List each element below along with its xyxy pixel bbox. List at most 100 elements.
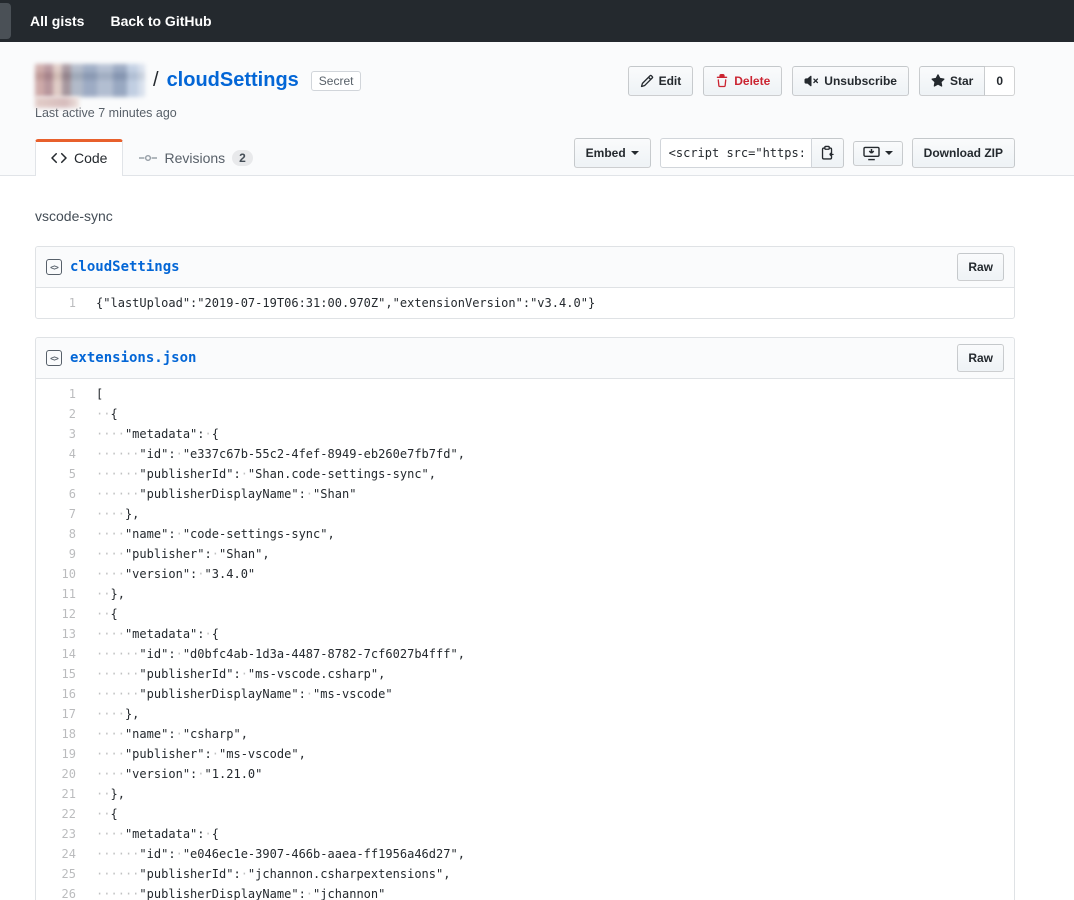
line-number[interactable]: 21 <box>36 784 86 804</box>
tab-band: Code Revisions 2 Embed <box>0 138 1074 176</box>
line-number[interactable]: 1 <box>36 384 86 404</box>
embed-dropdown-button[interactable]: Embed <box>574 138 651 168</box>
code-line-row: 21··}, <box>36 784 1014 804</box>
code-line-row: 16······"publisherDisplayName":·"ms-vsco… <box>36 684 1014 704</box>
line-number[interactable]: 1 <box>36 293 86 313</box>
nav-all-gists[interactable]: All gists <box>30 13 84 29</box>
code-line-row: 12··{ <box>36 604 1014 624</box>
top-nav-links: All gists Back to GitHub <box>30 13 212 29</box>
line-number[interactable]: 12 <box>36 604 86 624</box>
file-box-cloudsettings: <> cloudSettings Raw 1{"lastUpload":"201… <box>35 246 1015 319</box>
caret-down-icon <box>885 151 893 159</box>
code-line: ····"metadata":·{ <box>86 824 1014 844</box>
nav-back-to-github[interactable]: Back to GitHub <box>110 13 211 29</box>
code-line-row: 9····"publisher":·"Shan", <box>36 544 1014 564</box>
line-number[interactable]: 10 <box>36 564 86 584</box>
code-line-row: 14······"id":·"d0bfc4ab-1d3a-4487-8782-7… <box>36 644 1014 664</box>
gist-logo-partial[interactable] <box>0 3 11 39</box>
gist-title-block: / cloudSettings Secret Last active 7 min… <box>35 64 361 120</box>
code-area: 1{"lastUpload":"2019-07-19T06:31:00.970Z… <box>36 288 1014 318</box>
edit-button[interactable]: Edit <box>628 66 694 96</box>
code-area: 1[2··{3····"metadata":·{4······"id":·"e3… <box>36 379 1014 900</box>
code-line: ······"publisherId":·"jchannon.csharpext… <box>86 864 1014 884</box>
code-line: ····"publisher":·"Shan", <box>86 544 1014 564</box>
pencil-icon <box>640 74 654 88</box>
line-number[interactable]: 14 <box>36 644 86 664</box>
line-number[interactable]: 26 <box>36 884 86 900</box>
tab-revisions[interactable]: Revisions 2 <box>123 139 268 176</box>
tab-code[interactable]: Code <box>35 139 123 176</box>
code-line: ······"id":·"d0bfc4ab-1d3a-4487-8782-7cf… <box>86 644 1014 664</box>
star-button-label: Star <box>950 71 973 91</box>
star-group: Star 0 <box>919 66 1015 96</box>
code-line-row: 13····"metadata":·{ <box>36 624 1014 644</box>
code-line: ····"metadata":·{ <box>86 424 1014 444</box>
code-line-row: 26······"publisherDisplayName":·"jchanno… <box>36 884 1014 900</box>
unsubscribe-button[interactable]: Unsubscribe <box>792 66 909 96</box>
delete-button[interactable]: Delete <box>703 66 782 96</box>
code-line-row: 20····"version":·"1.21.0" <box>36 764 1014 784</box>
line-number[interactable]: 24 <box>36 844 86 864</box>
code-line-row: 24······"id":·"e046ec1e-3907-466b-aaea-f… <box>36 844 1014 864</box>
last-active-text: Last active 7 minutes ago <box>35 106 361 120</box>
tab-revisions-label: Revisions <box>164 150 225 166</box>
code-line: ······"publisherDisplayName":·"Shan" <box>86 484 1014 504</box>
download-zip-button[interactable]: Download ZIP <box>912 138 1015 168</box>
copy-to-clipboard-button[interactable] <box>812 138 844 168</box>
line-number[interactable]: 3 <box>36 424 86 444</box>
line-number[interactable]: 13 <box>36 624 86 644</box>
code-line: ··}, <box>86 784 1014 804</box>
code-line-row: 23····"metadata":·{ <box>36 824 1014 844</box>
file-name-link[interactable]: cloudSettings <box>70 259 180 275</box>
unsubscribe-button-label: Unsubscribe <box>824 71 897 91</box>
line-number[interactable]: 25 <box>36 864 86 884</box>
code-line: ··{ <box>86 804 1014 824</box>
download-icon <box>863 146 880 161</box>
line-number[interactable]: 16 <box>36 684 86 704</box>
line-number[interactable]: 8 <box>36 524 86 544</box>
line-number[interactable]: 19 <box>36 744 86 764</box>
embed-toolbar: Embed Download ZIP <box>574 138 1015 168</box>
file-header: <> cloudSettings Raw <box>36 247 1014 288</box>
download-zip-label: Download ZIP <box>924 143 1003 163</box>
line-number[interactable]: 18 <box>36 724 86 744</box>
code-line: [ <box>86 384 1014 404</box>
code-line-row: 1{"lastUpload":"2019-07-19T06:31:00.970Z… <box>36 293 1014 313</box>
line-number[interactable]: 11 <box>36 584 86 604</box>
top-nav: All gists Back to GitHub <box>0 0 1074 42</box>
tabs: Code Revisions 2 <box>35 139 269 175</box>
gist-content: vscode-sync <> cloudSettings Raw 1{"last… <box>35 208 1015 900</box>
code-line: ····"version":·"1.21.0" <box>86 764 1014 784</box>
line-number[interactable]: 17 <box>36 704 86 724</box>
line-number[interactable]: 6 <box>36 484 86 504</box>
raw-button[interactable]: Raw <box>957 344 1004 372</box>
star-count[interactable]: 0 <box>985 66 1015 96</box>
line-number[interactable]: 2 <box>36 404 86 424</box>
line-number[interactable]: 20 <box>36 764 86 784</box>
owner-avatar-and-name-blurred[interactable] <box>35 64 145 97</box>
file-name-link[interactable]: extensions.json <box>70 350 196 366</box>
code-line: ··}, <box>86 584 1014 604</box>
line-number[interactable]: 22 <box>36 804 86 824</box>
line-number[interactable]: 4 <box>36 444 86 464</box>
code-line: ······"publisherDisplayName":·"ms-vscode… <box>86 684 1014 704</box>
line-number[interactable]: 5 <box>36 464 86 484</box>
caret-down-icon <box>631 151 639 159</box>
code-line: ······"publisherId":·"ms-vscode.csharp", <box>86 664 1014 684</box>
star-button[interactable]: Star <box>919 66 985 96</box>
download-dropdown-button[interactable] <box>853 141 903 166</box>
line-number[interactable]: 9 <box>36 544 86 564</box>
embed-url-input[interactable] <box>660 138 812 168</box>
raw-button[interactable]: Raw <box>957 253 1004 281</box>
code-line-row: 22··{ <box>36 804 1014 824</box>
code-line: ····"name":·"csharp", <box>86 724 1014 744</box>
code-line: ······"publisherDisplayName":·"jchannon" <box>86 884 1014 900</box>
tab-code-label: Code <box>74 150 107 166</box>
code-line: ··{ <box>86 404 1014 424</box>
line-number[interactable]: 15 <box>36 664 86 684</box>
line-number[interactable]: 7 <box>36 504 86 524</box>
code-line-row: 3····"metadata":·{ <box>36 424 1014 444</box>
line-number[interactable]: 23 <box>36 824 86 844</box>
gist-title-link[interactable]: cloudSettings <box>167 69 299 92</box>
clipboard-icon <box>820 145 835 161</box>
